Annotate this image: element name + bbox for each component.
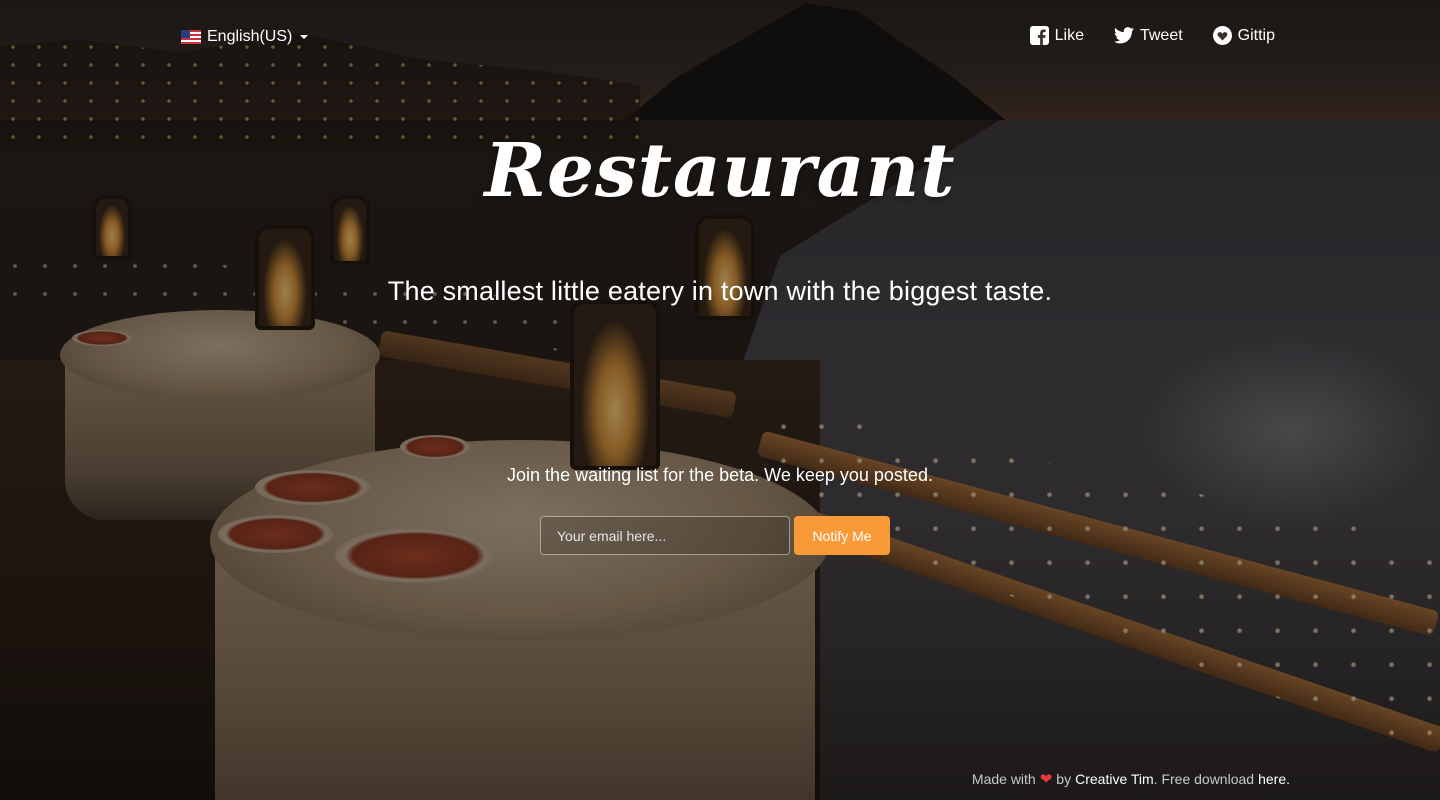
gittip-label: Gittip: [1237, 26, 1275, 44]
twitter-icon: [1113, 27, 1134, 44]
heart-icon: ❤: [1039, 771, 1053, 788]
caret-down-icon: [300, 35, 309, 39]
notify-me-button[interactable]: Notify Me: [794, 516, 890, 555]
footer-free-download: . Free download: [1153, 771, 1255, 787]
footer-by: by: [1056, 771, 1072, 787]
gittip-link[interactable]: Gittip: [1212, 26, 1275, 45]
footer-credit: Made with ❤ by Creative Tim. Free downlo…: [972, 770, 1290, 788]
brand-logo-title: Restaurant: [484, 128, 956, 214]
tweet-label: Tweet: [1139, 26, 1183, 44]
like-label: Like: [1054, 26, 1084, 44]
background-photo: [0, 0, 1440, 800]
creative-tim-link[interactable]: Creative Tim: [1075, 771, 1154, 787]
email-input[interactable]: [540, 516, 790, 555]
gittip-heart-icon: [1212, 26, 1232, 45]
language-label: English(US): [207, 28, 293, 45]
tweet-link[interactable]: Tweet: [1113, 26, 1183, 45]
waitlist-prompt: Join the waiting list for the beta. We k…: [507, 465, 933, 485]
facebook-like-link[interactable]: Like: [1029, 26, 1084, 45]
dark-overlay: [0, 0, 1440, 800]
us-flag-icon: [181, 30, 201, 44]
notify-form: Notify Me: [540, 516, 890, 555]
footer-made-with: Made with: [971, 771, 1036, 787]
download-here-link[interactable]: here.: [1258, 771, 1290, 787]
social-links: Like Tweet Gittip: [1029, 26, 1275, 45]
facebook-icon: [1029, 26, 1049, 45]
language-dropdown[interactable]: English(US): [181, 28, 309, 46]
tagline: The smallest little eatery in town with …: [387, 276, 1053, 306]
